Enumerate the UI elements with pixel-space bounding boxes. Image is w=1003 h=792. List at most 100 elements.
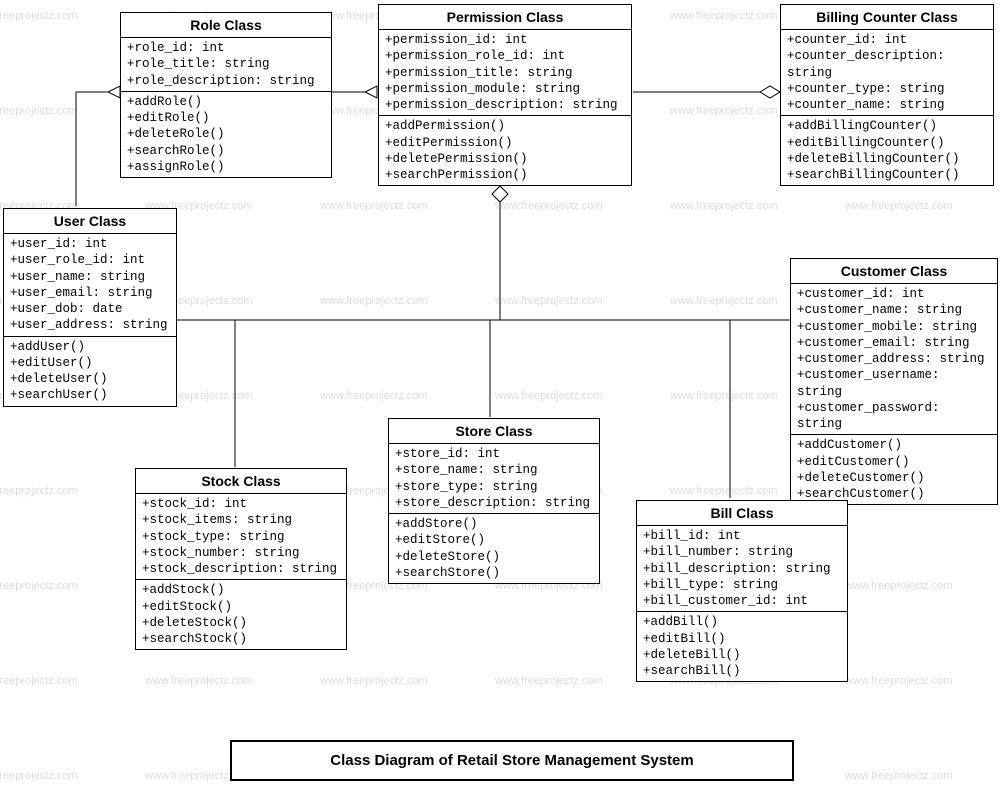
uml-line: +searchStock() <box>142 631 340 647</box>
uml-line: +searchBill() <box>643 663 841 679</box>
uml-line: +user_role_id: int <box>10 252 170 268</box>
uml-line: +addBillingCounter() <box>787 118 987 134</box>
uml-line: +user_id: int <box>10 236 170 252</box>
uml-line: +counter_name: string <box>787 97 987 113</box>
bill-class-title: Bill Class <box>637 501 847 526</box>
uml-line: +customer_id: int <box>797 286 991 302</box>
bill-class-attrs: +bill_id: int+bill_number: string+bill_d… <box>637 526 847 611</box>
uml-line: +store_id: int <box>395 446 593 462</box>
watermark-text: www.freeprojectz.com <box>495 200 603 212</box>
watermark-text: www.freeprojectz.com <box>845 200 953 212</box>
uml-line: +deleteStock() <box>142 615 340 631</box>
uml-line: +searchUser() <box>10 387 170 403</box>
watermark-text: www.freeprojectz.com <box>495 675 603 687</box>
uml-line: +user_dob: date <box>10 301 170 317</box>
uml-line: +searchStore() <box>395 565 593 581</box>
uml-line: +permission_module: string <box>385 81 625 97</box>
uml-line: +editBill() <box>643 631 841 647</box>
stock-class: Stock Class +stock_id: int+stock_items: … <box>135 468 347 650</box>
watermark-text: www.freeprojectz.com <box>0 10 78 22</box>
uml-line: +stock_items: string <box>142 512 340 528</box>
customer-class: Customer Class +customer_id: int+custome… <box>790 258 998 505</box>
uml-line: +role_description: string <box>127 73 325 89</box>
watermark-text: www.freeprojectz.com <box>670 390 778 402</box>
uml-line: +bill_id: int <box>643 528 841 544</box>
uml-line: +assignRole() <box>127 159 325 175</box>
watermark-text: www.freeprojectz.com <box>320 295 428 307</box>
uml-line: +addRole() <box>127 94 325 110</box>
user-class-attrs: +user_id: int+user_role_id: int+user_nam… <box>4 234 176 336</box>
uml-line: +role_id: int <box>127 40 325 56</box>
customer-class-ops: +addCustomer()+editCustomer()+deleteCust… <box>791 434 997 504</box>
watermark-text: www.freeprojectz.com <box>670 295 778 307</box>
uml-line: +bill_number: string <box>643 544 841 560</box>
watermark-text: www.freeprojectz.com <box>845 580 953 592</box>
uml-line: +user_name: string <box>10 269 170 285</box>
diagram-caption: Class Diagram of Retail Store Management… <box>230 740 794 781</box>
watermark-text: www.freeprojectz.com <box>670 200 778 212</box>
uml-line: +permission_description: string <box>385 97 625 113</box>
user-class: User Class +user_id: int+user_role_id: i… <box>3 208 177 407</box>
permission-class: Permission Class +permission_id: int+per… <box>378 4 632 186</box>
uml-line: +deleteRole() <box>127 126 325 142</box>
role-class-attrs: +role_id: int+role_title: string+role_de… <box>121 38 331 91</box>
uml-line: +counter_type: string <box>787 81 987 97</box>
uml-line: +permission_role_id: int <box>385 48 625 64</box>
permission-class-ops: +addPermission()+editPermission()+delete… <box>379 115 631 185</box>
uml-line: +customer_mobile: string <box>797 319 991 335</box>
uml-line: +stock_number: string <box>142 545 340 561</box>
customer-class-attrs: +customer_id: int+customer_name: string+… <box>791 284 997 434</box>
uml-line: +bill_type: string <box>643 577 841 593</box>
bill-class: Bill Class +bill_id: int+bill_number: st… <box>636 500 848 682</box>
uml-line: +editBillingCounter() <box>787 135 987 151</box>
permission-class-attrs: +permission_id: int+permission_role_id: … <box>379 30 631 115</box>
uml-line: +store_name: string <box>395 462 593 478</box>
watermark-text: www.freeprojectz.com <box>320 200 428 212</box>
uml-line: +addPermission() <box>385 118 625 134</box>
watermark-text: www.freeprojectz.com <box>845 770 953 782</box>
customer-class-title: Customer Class <box>791 259 997 284</box>
uml-line: +store_description: string <box>395 495 593 511</box>
watermark-text: www.freeprojectz.com <box>670 105 778 117</box>
uml-line: +customer_address: string <box>797 351 991 367</box>
watermark-text: www.freeprojectz.com <box>0 770 78 782</box>
uml-line: +searchPermission() <box>385 167 625 183</box>
watermark-text: www.freeprojectz.com <box>0 105 78 117</box>
uml-line: +store_type: string <box>395 479 593 495</box>
uml-line: +addStore() <box>395 516 593 532</box>
uml-line: +deleteStore() <box>395 549 593 565</box>
watermark-text: www.freeprojectz.com <box>0 675 78 687</box>
watermark-text: www.freeprojectz.com <box>320 675 428 687</box>
uml-line: +deleteBillingCounter() <box>787 151 987 167</box>
uml-line: +deletePermission() <box>385 151 625 167</box>
permission-class-title: Permission Class <box>379 5 631 30</box>
uml-line: +deleteBill() <box>643 647 841 663</box>
role-class-ops: +addRole()+editRole()+deleteRole()+searc… <box>121 91 331 177</box>
uml-line: +addCustomer() <box>797 437 991 453</box>
uml-line: +editStore() <box>395 532 593 548</box>
watermark-text: www.freeprojectz.com <box>320 390 428 402</box>
uml-line: +permission_id: int <box>385 32 625 48</box>
uml-line: +counter_description: string <box>787 48 987 81</box>
stock-class-ops: +addStock()+editStock()+deleteStock()+se… <box>136 579 346 649</box>
uml-line: +customer_email: string <box>797 335 991 351</box>
uml-line: +customer_name: string <box>797 302 991 318</box>
uml-line: +counter_id: int <box>787 32 987 48</box>
uml-line: +editCustomer() <box>797 454 991 470</box>
watermark-text: www.freeprojectz.com <box>670 485 778 497</box>
uml-line: +editRole() <box>127 110 325 126</box>
billing-counter-class-ops: +addBillingCounter()+editBillingCounter(… <box>781 115 993 185</box>
watermark-text: www.freeprojectz.com <box>0 580 78 592</box>
watermark-text: www.freeprojectz.com <box>145 675 253 687</box>
billing-counter-class-title: Billing Counter Class <box>781 5 993 30</box>
uml-line: +deleteCustomer() <box>797 470 991 486</box>
uml-line: +permission_title: string <box>385 65 625 81</box>
store-class-ops: +addStore()+editStore()+deleteStore()+se… <box>389 513 599 583</box>
uml-line: +searchRole() <box>127 143 325 159</box>
watermark-text: www.freeprojectz.com <box>845 675 953 687</box>
role-class: Role Class +role_id: int+role_title: str… <box>120 12 332 178</box>
watermark-text: www.freeprojectz.com <box>495 390 603 402</box>
store-class-attrs: +store_id: int+store_name: string+store_… <box>389 444 599 513</box>
uml-line: +searchBillingCounter() <box>787 167 987 183</box>
uml-line: +stock_description: string <box>142 561 340 577</box>
